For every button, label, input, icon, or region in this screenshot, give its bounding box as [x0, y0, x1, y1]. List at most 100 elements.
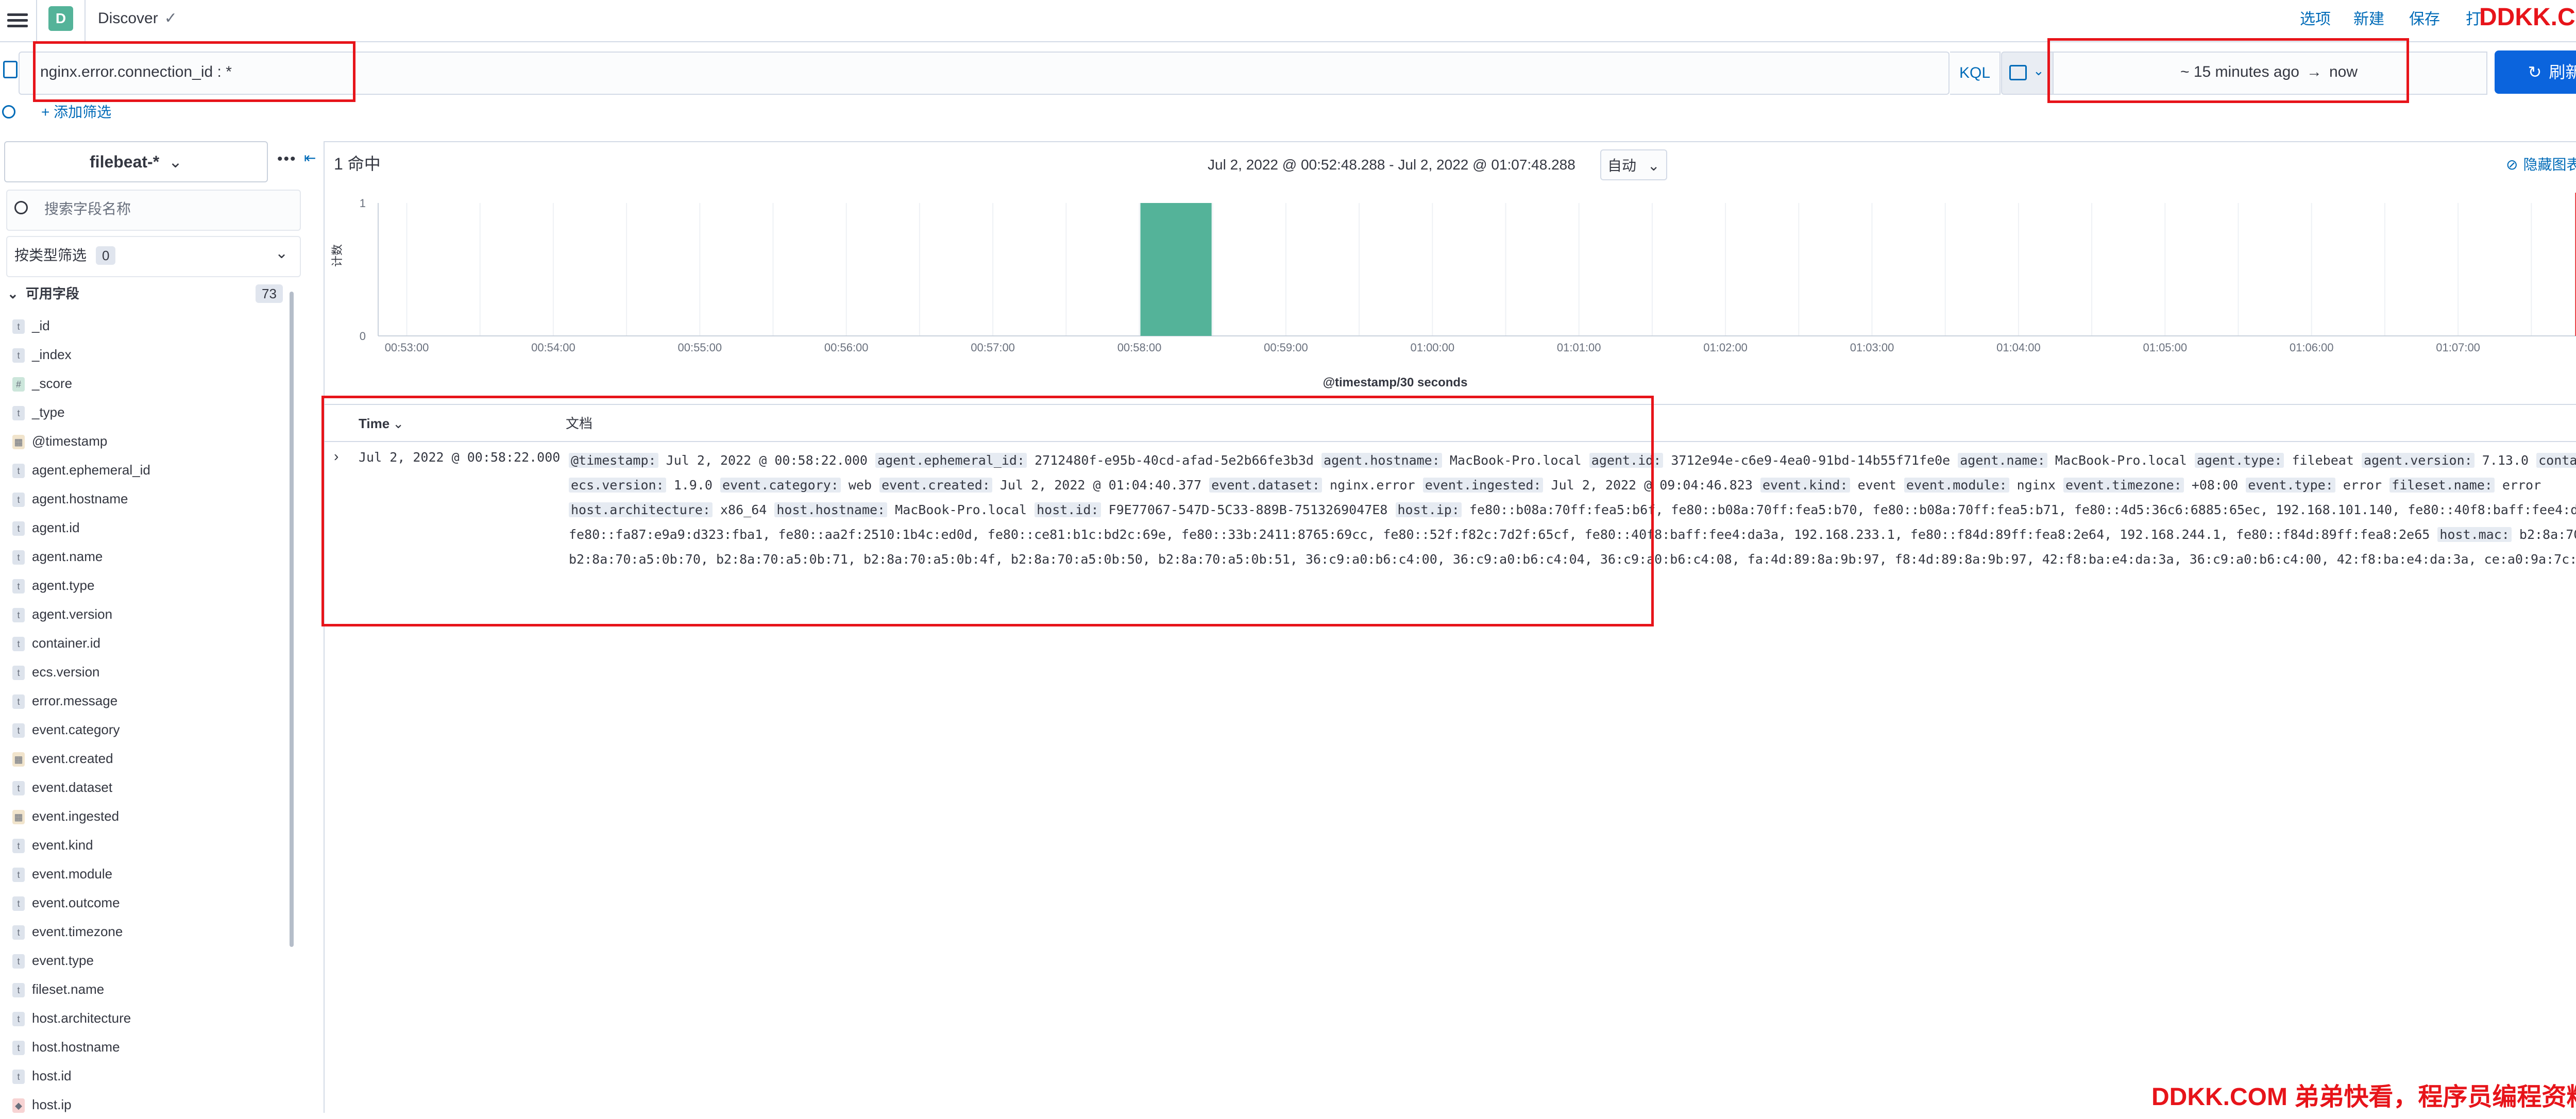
string-type-icon: t — [12, 1070, 25, 1084]
field-item[interactable]: t ecs.version — [12, 657, 100, 686]
breadcrumb-label: Discover — [98, 10, 158, 27]
field-item[interactable]: t error.message — [12, 686, 117, 715]
field-name: agent.name — [32, 549, 103, 564]
kql-toggle[interactable]: KQL — [1950, 52, 2001, 95]
ip-type-icon: ◆ — [12, 1098, 25, 1113]
string-type-icon: t — [12, 521, 25, 536]
x-tick-label: 01:02:00 — [1703, 341, 1748, 354]
x-tick-label: 00:58:00 — [1117, 341, 1162, 354]
field-item[interactable]: t host.id — [12, 1061, 72, 1090]
doc-field-value: +08:00 — [2191, 478, 2239, 493]
field-item[interactable]: t event.module — [12, 859, 112, 888]
string-type-icon: t — [12, 406, 25, 421]
date-type-icon: ▦ — [12, 752, 25, 767]
sidebar-scrollbar[interactable] — [290, 292, 294, 947]
field-item[interactable]: t agent.id — [12, 513, 80, 542]
x-tick-label: 01:05:00 — [2143, 341, 2187, 354]
field-item[interactable]: t agent.type — [12, 571, 94, 600]
string-type-icon: t — [12, 464, 25, 479]
string-type-icon: t — [12, 319, 25, 334]
chart-bars — [1140, 203, 1212, 336]
field-item[interactable]: t event.kind — [12, 830, 93, 859]
watermark-bottom: DDKK.COM 弟弟快看，程序员编程资料站 — [2151, 1083, 2576, 1111]
field-item[interactable]: t event.outcome — [12, 888, 120, 917]
field-name: error.message — [32, 693, 118, 708]
collapse-sidebar-icon[interactable]: ⇤ — [304, 149, 316, 166]
field-item[interactable]: t host.architecture — [12, 1004, 131, 1032]
field-item[interactable]: t agent.version — [12, 600, 112, 629]
doc-field-key: event.type: — [2246, 478, 2335, 493]
index-pattern-selector[interactable]: filebeat-* ⌄ — [4, 141, 268, 182]
hit-count: 1 命中 — [334, 155, 381, 173]
hide-chart-button[interactable]: ⊘ 隐藏图表 — [2506, 156, 2576, 174]
menu-icon[interactable] — [7, 10, 28, 31]
field-item[interactable]: t _id — [12, 311, 50, 340]
x-tick-label: 01:04:00 — [1996, 341, 2041, 354]
field-item[interactable]: t event.type — [12, 946, 94, 975]
date-quick-button[interactable]: ⌄ — [2001, 52, 2055, 95]
divider — [36, 0, 37, 41]
doc-field-key: event.timezone: — [2063, 478, 2184, 493]
interval-select[interactable]: 自动 ⌄ — [1600, 149, 1667, 180]
field-item[interactable]: t event.category — [12, 715, 120, 744]
field-item[interactable]: t _index — [12, 340, 72, 369]
field-name: _id — [32, 318, 50, 333]
field-item[interactable]: t event.dataset — [12, 773, 112, 802]
new-link[interactable]: 新建 — [2353, 9, 2384, 30]
more-options-icon[interactable]: ••• — [277, 150, 297, 168]
string-type-icon: t — [12, 493, 25, 507]
type-filter-dropdown[interactable]: 按类型筛选 0 ⌄ — [6, 236, 301, 277]
field-name: event.category — [32, 722, 120, 737]
field-item[interactable]: t container.id — [12, 629, 100, 657]
doc-field-key: agent.name: — [1958, 453, 2047, 468]
string-type-icon: t — [12, 579, 25, 594]
save-link[interactable]: 保存 — [2409, 9, 2440, 30]
hide-chart-label: 隐藏图表 — [2523, 157, 2576, 173]
field-name: @timestamp — [32, 433, 108, 449]
x-tick-label: 01:07:00 — [2436, 341, 2480, 354]
field-item[interactable]: ▦ event.ingested — [12, 802, 119, 830]
filter-options-icon[interactable] — [2, 105, 15, 118]
field-item[interactable]: t host.hostname — [12, 1032, 120, 1061]
string-type-icon: t — [12, 983, 25, 998]
x-tick-label: 01:06:00 — [2290, 341, 2334, 354]
calendar-icon — [2009, 65, 2027, 80]
y-axis-label: 计数 — [331, 244, 344, 267]
type-filter-label: 按类型筛选 — [14, 247, 87, 263]
field-item[interactable]: # _score — [12, 369, 72, 398]
refresh-button[interactable]: ↻ 刷新 — [2495, 50, 2576, 94]
x-axis-label: @timestamp/30 seconds — [1323, 376, 1468, 389]
field-item[interactable]: t event.timezone — [12, 917, 123, 946]
space-avatar[interactable]: D — [48, 6, 73, 31]
field-name: event.kind — [32, 837, 93, 853]
breadcrumb[interactable]: Discover ✓ — [98, 8, 177, 29]
field-item[interactable]: t agent.name — [12, 542, 103, 571]
search-icon — [14, 201, 28, 214]
saved-query-icon[interactable] — [3, 61, 18, 78]
available-fields-header[interactable]: ⌄ 可用字段 — [7, 284, 79, 303]
doc-field-value: error — [2502, 478, 2541, 493]
field-name: fileset.name — [32, 981, 105, 997]
string-type-icon: t — [12, 723, 25, 738]
field-name: event.ingested — [32, 808, 120, 824]
doc-field-value: 3712e94e-c6e9-4ea0-91bd-14b55f71fe0e — [1671, 453, 1951, 468]
field-item[interactable]: t _type — [12, 398, 65, 427]
x-tick-label: 00:55:00 — [677, 341, 722, 354]
type-filter-count: 0 — [96, 246, 116, 265]
date-type-icon: ▦ — [12, 435, 25, 450]
options-link[interactable]: 选项 — [2300, 9, 2331, 30]
add-filter-link[interactable]: + 添加筛选 — [41, 103, 111, 122]
field-item[interactable]: ◆ host.ip — [12, 1090, 72, 1119]
field-item[interactable]: t fileset.name — [12, 975, 104, 1004]
highlight-box-query — [33, 41, 355, 102]
x-tick-label: 00:57:00 — [971, 341, 1015, 354]
field-item[interactable]: t agent.ephemeral_id — [12, 455, 150, 484]
field-item[interactable]: t agent.hostname — [12, 484, 128, 513]
x-tick-label: 01:03:00 — [1850, 341, 1894, 354]
field-item[interactable]: ▦ @timestamp — [12, 427, 107, 455]
field-name: event.dataset — [32, 779, 113, 795]
field-item[interactable]: ▦ event.created — [12, 744, 113, 773]
doc-field-value: 7.13.0 — [2482, 453, 2529, 468]
x-tick-label: 00:59:00 — [1264, 341, 1308, 354]
chart-ticks: 00:53:00 00:54:00 00:55:00 00:56:00 00:57:00… — [360, 197, 2480, 354]
